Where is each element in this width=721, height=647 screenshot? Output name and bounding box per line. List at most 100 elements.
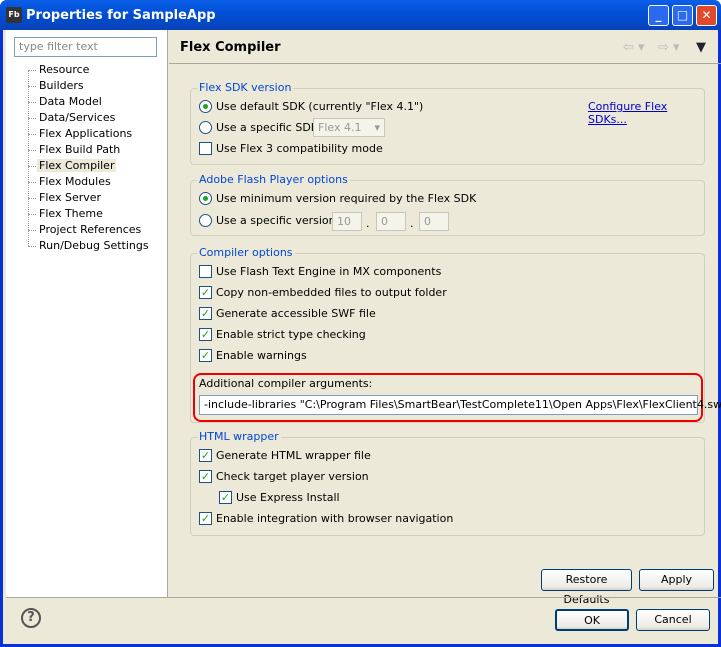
option-checkbox[interactable]: ✓ Enable warnings [199, 349, 307, 362]
radio-icon[interactable] [199, 121, 212, 134]
configure-sdks-link[interactable]: Configure Flex SDKs... [588, 100, 704, 126]
menu-dropdown-icon[interactable]: ▼ [696, 40, 706, 55]
checkbox-label: Copy non-embedded files to output folder [216, 286, 447, 299]
forward-arrow-icon[interactable]: ⇨ ▾ [658, 40, 680, 55]
tree-item[interactable]: Flex Theme [37, 207, 105, 220]
separator-dot: . [410, 217, 414, 230]
minor-version-input[interactable]: 0 [376, 212, 406, 231]
tree-item[interactable]: Flex Applications [37, 127, 134, 140]
tree-line [28, 230, 36, 231]
tree-item[interactable]: Flex Build Path [37, 143, 122, 156]
option-checkbox[interactable]: ✓ Copy non-embedded files to output folde… [199, 286, 447, 299]
checkbox-label: Enable warnings [216, 349, 307, 362]
option-checkbox[interactable]: ✓ Use Express Install [219, 491, 340, 504]
tree-lines [28, 70, 29, 246]
tree-line [28, 134, 36, 135]
divider [169, 63, 721, 64]
tree-item[interactable]: Flex Compiler [37, 159, 117, 172]
flex-sdk-group: Flex SDK version Use default SDK (curren… [190, 81, 705, 165]
ok-button[interactable]: OK [555, 609, 629, 631]
title-bar: Fb Properties for SampleApp _ □ ✕ [0, 0, 721, 30]
sdk-select[interactable]: Flex 4.1 ▾ [313, 118, 385, 137]
checkbox-label: Check target player version [216, 470, 369, 483]
back-arrow-icon[interactable]: ⇦ ▾ [623, 40, 645, 55]
tree-line [28, 150, 36, 151]
radio-label: Use a specific version: [216, 214, 340, 227]
tree-item[interactable]: Flex Server [37, 191, 103, 204]
tree-line [28, 198, 36, 199]
tree-item[interactable]: Resource [37, 63, 91, 76]
radio-icon[interactable] [199, 100, 212, 113]
radio-icon[interactable] [199, 214, 212, 227]
tree-item[interactable]: Builders [37, 79, 86, 92]
help-icon[interactable]: ? [21, 608, 41, 628]
restore-defaults-button[interactable]: Restore Defaults [541, 569, 632, 606]
option-checkbox[interactable]: ✓ Check target player version [199, 470, 369, 483]
checkbox-label: Enable strict type checking [216, 328, 366, 341]
cancel-button[interactable]: Cancel [636, 609, 710, 631]
checkbox-icon[interactable]: ✓ [199, 328, 212, 341]
option-checkbox[interactable]: ✓ Generate HTML wrapper file [199, 449, 371, 462]
apply-button[interactable]: Apply [639, 569, 714, 591]
tree-line [28, 102, 36, 103]
minimum-version-radio[interactable]: Use minimum version required by the Flex… [199, 192, 476, 205]
html-wrapper-group: HTML wrapper ✓ Generate HTML wrapper file… [190, 430, 705, 536]
checkbox-label: Use Express Install [236, 491, 340, 504]
group-legend: Adobe Flash Player options [197, 173, 350, 186]
radio-label: Use default SDK (currently "Flex 4.1") [216, 100, 424, 113]
tree-item[interactable]: Data Model [37, 95, 104, 108]
checkbox-icon[interactable]: ✓ [219, 491, 232, 504]
args-label: Additional compiler arguments: [199, 377, 373, 390]
radio-label: Use a specific SDK: [216, 121, 322, 134]
tree-line [28, 86, 36, 87]
tree-line [28, 246, 36, 247]
page-title: Flex Compiler [180, 40, 281, 55]
checkbox-label: Enable integration with browser navigati… [216, 512, 454, 525]
sdk-select-value: Flex 4.1 [318, 121, 362, 134]
nav-pane: type filter text Resource Builders Data Mo… [6, 30, 168, 597]
checkbox-icon[interactable]: ✓ [199, 449, 212, 462]
checkbox-label: Use Flex 3 compatibility mode [216, 142, 383, 155]
option-checkbox[interactable]: ✓ Enable integration with browser navigat… [199, 512, 453, 525]
separator-dot: . [366, 217, 370, 230]
option-checkbox[interactable]: ✓ Enable strict type checking [199, 328, 366, 341]
radio-icon[interactable] [199, 192, 212, 205]
revision-input[interactable]: 0 [419, 212, 449, 231]
major-version-input[interactable]: 10 [332, 212, 362, 231]
tree-item[interactable]: Data/Services [37, 111, 117, 124]
flash-player-group: Adobe Flash Player options Use minimum v… [190, 173, 705, 236]
checkbox-icon[interactable] [199, 142, 212, 155]
window-title: Properties for SampleApp [26, 8, 216, 23]
tree-item[interactable]: Flex Modules [37, 175, 113, 188]
option-checkbox[interactable]: ✓ Generate accessible SWF file [199, 307, 376, 320]
properties-dialog: Fb Properties for SampleApp _ □ ✕ type f… [0, 0, 721, 647]
checkbox-icon[interactable]: ✓ [199, 512, 212, 525]
option-checkbox[interactable]: Use Flash Text Engine in MX components [199, 265, 441, 278]
tree-line [28, 118, 36, 119]
filter-input[interactable]: type filter text [14, 37, 157, 57]
specific-version-radio[interactable]: Use a specific version: [199, 214, 339, 227]
tree-item[interactable]: Project References [37, 223, 143, 236]
checkbox-label: Generate HTML wrapper file [216, 449, 371, 462]
tree-line [28, 214, 36, 215]
maximize-button[interactable]: □ [672, 5, 693, 26]
checkbox-label: Use Flash Text Engine in MX components [216, 265, 442, 278]
compat-checkbox[interactable]: Use Flex 3 compatibility mode [199, 142, 383, 155]
checkbox-label: Generate accessible SWF file [216, 307, 376, 320]
minimize-button[interactable]: _ [648, 5, 669, 26]
group-legend: HTML wrapper [197, 430, 281, 443]
tree-item[interactable]: Run/Debug Settings [37, 239, 151, 252]
group-legend: Flex SDK version [197, 81, 294, 94]
checkbox-icon[interactable]: ✓ [199, 470, 212, 483]
default-sdk-radio[interactable]: Use default SDK (currently "Flex 4.1") [199, 100, 423, 113]
compiler-args-input[interactable]: -include-libraries "C:\Program Files\Sma… [199, 395, 721, 415]
tree-line [28, 166, 36, 167]
checkbox-icon[interactable]: ✓ [199, 286, 212, 299]
checkbox-icon[interactable]: ✓ [199, 349, 212, 362]
specific-sdk-radio[interactable]: Use a specific SDK: [199, 121, 322, 134]
checkbox-icon[interactable]: ✓ [199, 307, 212, 320]
close-button[interactable]: ✕ [696, 5, 717, 26]
tree-line [28, 182, 36, 183]
chevron-down-icon: ▾ [374, 121, 380, 134]
checkbox-icon[interactable] [199, 265, 212, 278]
